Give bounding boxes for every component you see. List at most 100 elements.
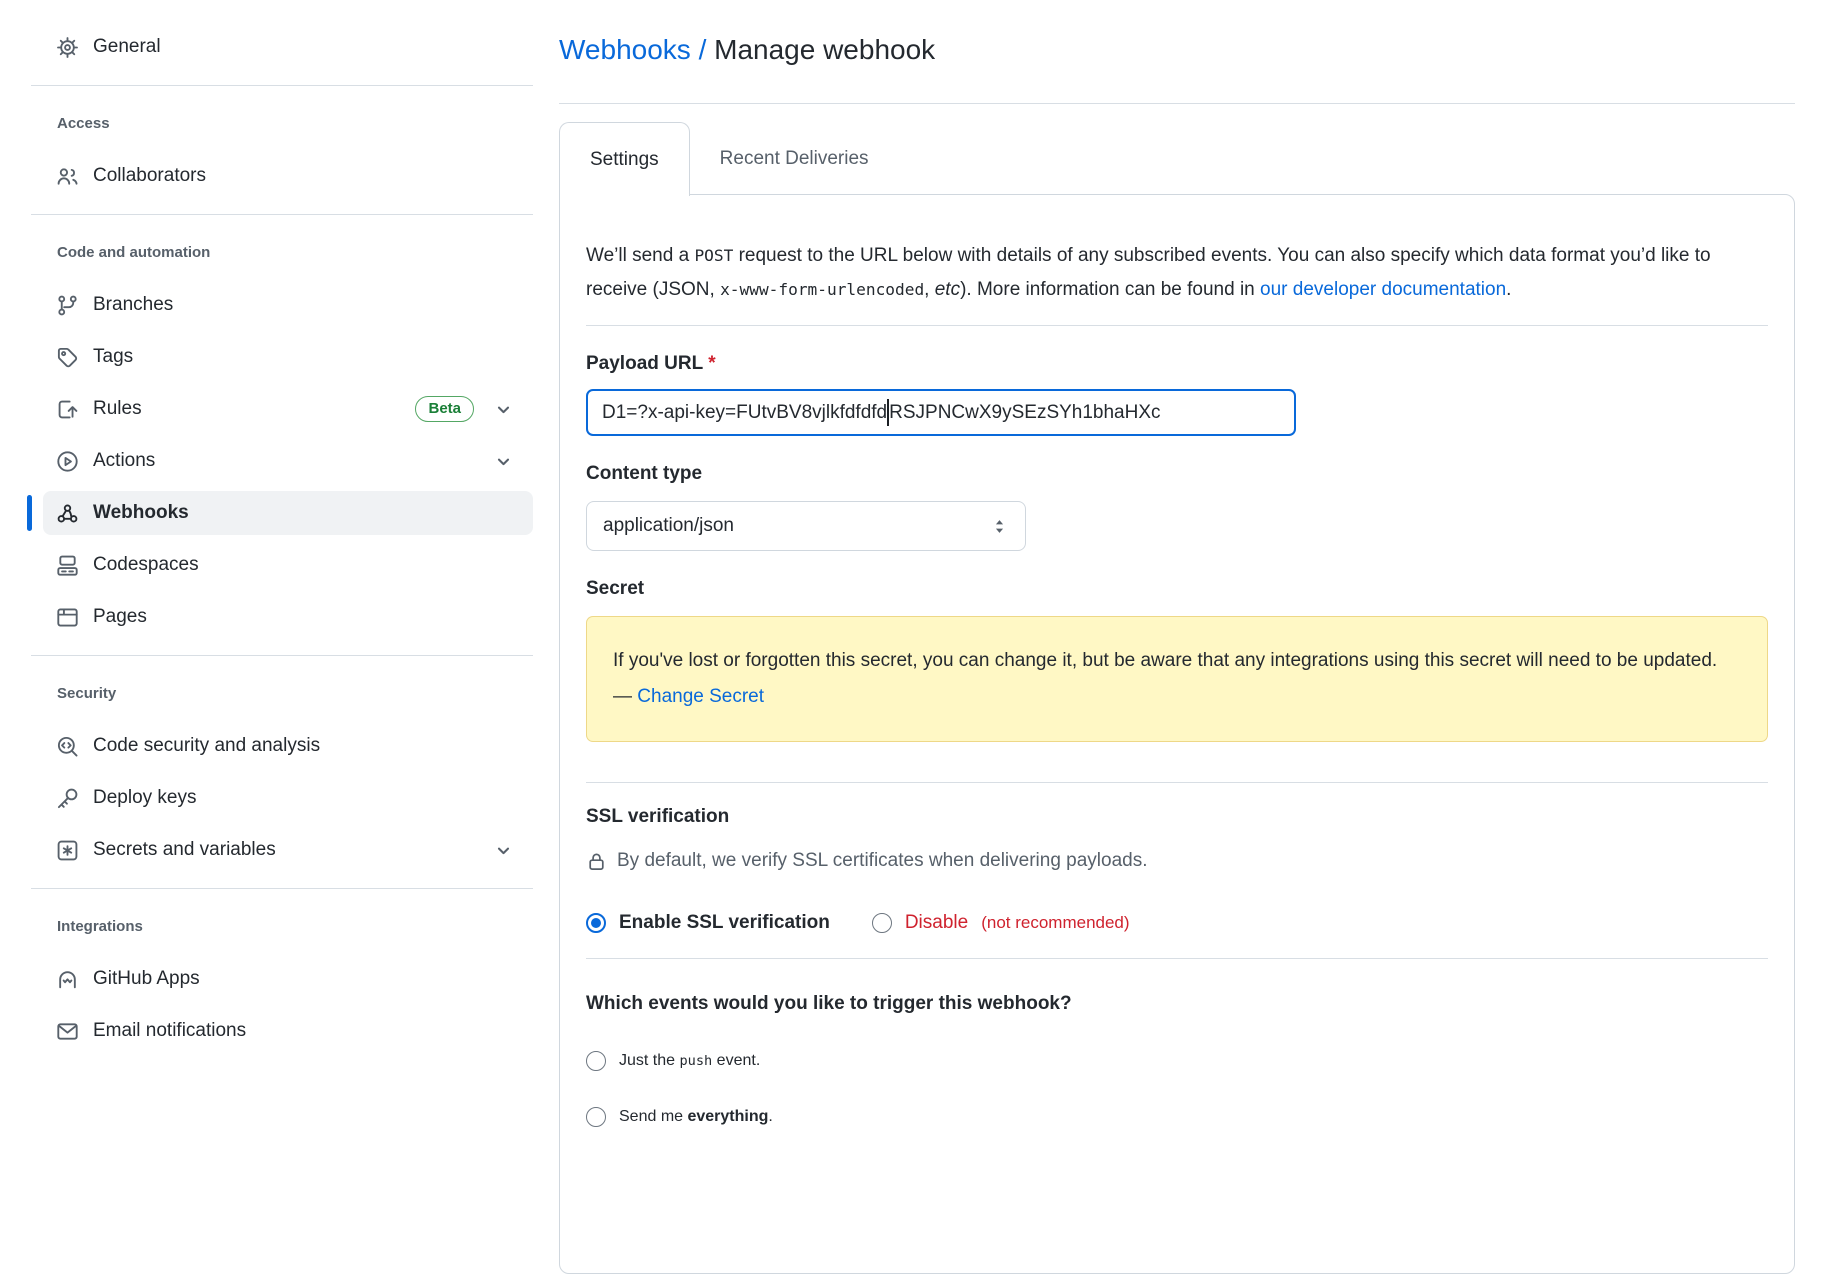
main-content: Webhooks / Manage webhook Settings Recen… [559,0,1795,1274]
sidebar-item-label: Codespaces [93,554,199,576]
sidebar-divider [31,85,533,86]
content-type-select[interactable]: application/json [586,501,1026,551]
rules-icon [55,398,79,421]
sidebar-divider [31,214,533,215]
urlencoded-code: x-www-form-urlencoded [720,280,924,299]
sidebar-item-label: GitHub Apps [93,968,200,990]
content-type-value: application/json [603,515,734,537]
sidebar-item-actions[interactable]: Actions [43,439,533,483]
radio-enable-ssl[interactable] [586,913,606,933]
intro-paragraph: We’ll send a POST request to the URL bel… [586,239,1766,307]
sidebar-item-label: Webhooks [93,502,189,524]
secret-warning-box: If you've lost or forgotten this secret,… [586,616,1768,742]
lock-icon [586,851,607,872]
send-everything-option[interactable]: Send me everything. [586,1107,1768,1127]
send-everything-label: Send me everything. [619,1108,773,1126]
sidebar-divider [31,655,533,656]
secret-label: Secret [586,577,1768,600]
tabnav: Settings Recent Deliveries [559,122,1795,195]
tab-settings[interactable]: Settings [559,122,690,196]
change-secret-link[interactable]: Change Secret [637,686,764,707]
payload-url-input[interactable]: D1=?x-api-key=FUtvBV8vjlkfdfdfdRSJPNCwX9… [586,389,1296,436]
sidebar-item-label: Secrets and variables [93,839,276,861]
post-code: POST [694,246,733,265]
page-title-text: Manage webhook [714,34,935,65]
settings-sidebar: General Access Collaborators Code and au… [27,25,533,1061]
sidebar-item-webhooks[interactable]: Webhooks [43,491,533,535]
chevron-down-icon[interactable] [494,841,513,860]
divider [586,782,1768,783]
sidebar-item-email-notifications[interactable]: Email notifications [43,1009,533,1053]
ssl-radio-group: Enable SSL verification Disable (not rec… [586,912,1768,934]
sidebar-item-label: Pages [93,606,147,628]
enable-ssl-option[interactable]: Enable SSL verification [586,912,830,934]
payload-url-value-after-cursor: RSJPNCwX9ySEzSYh1bhaHXc [889,402,1160,424]
sidebar-item-label: General [93,36,161,58]
sidebar-item-label: Rules [93,398,142,420]
gear-icon [55,36,79,59]
sidebar-item-label: Actions [93,450,155,472]
content-type-label: Content type [586,462,1768,485]
github-apps-icon [55,968,79,991]
chevron-down-icon[interactable] [494,452,513,471]
beta-badge: Beta [415,396,474,422]
tag-icon [55,346,79,369]
secrets-icon [55,839,79,862]
play-icon [55,450,79,473]
sidebar-divider [31,888,533,889]
sidebar-section-title: Security [27,684,533,704]
code-scan-icon [55,735,79,758]
chevron-down-icon[interactable] [494,400,513,419]
sidebar-item-code-security[interactable]: Code security and analysis [43,724,533,768]
events-heading: Which events would you like to trigger t… [586,993,1768,1015]
disable-ssl-label: Disable [905,912,968,934]
disable-ssl-note: (not recommended) [981,913,1129,933]
divider [586,958,1768,959]
sidebar-section-title: Integrations [27,917,533,937]
webhook-settings-panel: We’ll send a POST request to the URL bel… [559,194,1795,1274]
browser-icon [55,606,79,629]
select-updown-icon [990,517,1009,536]
push-code: push [679,1053,712,1069]
sidebar-section-title: Code and automation [27,243,533,263]
ssl-verification-heading: SSL verification [586,805,1768,828]
people-icon [55,165,79,188]
radio-send-everything[interactable] [586,1107,606,1127]
enable-ssl-label: Enable SSL verification [619,912,830,934]
just-push-option[interactable]: Just the push event. [586,1051,1768,1071]
webhook-icon [55,502,79,525]
sidebar-item-collaborators[interactable]: Collaborators [43,154,533,198]
sidebar-item-label: Collaborators [93,165,206,187]
radio-just-push[interactable] [586,1051,606,1071]
sidebar-item-secrets-variables[interactable]: Secrets and variables [43,828,533,872]
payload-url-value-before-cursor: D1=?x-api-key=FUtvBV8vjlkfdfdfd [602,402,887,424]
mail-icon [55,1020,79,1043]
etc-italic: etc [935,279,960,300]
sidebar-item-label: Deploy keys [93,787,197,809]
sidebar-item-label: Tags [93,346,133,368]
sidebar-item-branches[interactable]: Branches [43,283,533,327]
developer-docs-link[interactable]: our developer documentation [1260,279,1506,300]
key-icon [55,787,79,810]
ssl-note-text: By default, we verify SSL certificates w… [617,850,1148,872]
radio-disable-ssl[interactable] [872,913,892,933]
disable-ssl-option[interactable]: Disable (not recommended) [872,912,1130,934]
sidebar-item-deploy-keys[interactable]: Deploy keys [43,776,533,820]
just-push-label: Just the push event. [619,1052,760,1070]
sidebar-item-codespaces[interactable]: Codespaces [43,543,533,587]
tab-recent-deliveries[interactable]: Recent Deliveries [690,122,899,195]
ssl-note-row: By default, we verify SSL certificates w… [586,850,1768,872]
sidebar-item-label: Branches [93,294,173,316]
pagehead-divider [559,103,1795,104]
codespaces-icon [55,554,79,577]
sidebar-item-tags[interactable]: Tags [43,335,533,379]
payload-url-label: Payload URL* [586,352,1768,375]
sidebar-item-github-apps[interactable]: GitHub Apps [43,957,533,1001]
sidebar-item-pages[interactable]: Pages [43,595,533,639]
divider [586,325,1768,326]
webhooks-breadcrumb-link[interactable]: Webhooks / [559,34,706,65]
sidebar-section-title: Access [27,114,533,134]
sidebar-item-general[interactable]: General [43,25,533,69]
sidebar-item-label: Email notifications [93,1020,246,1042]
sidebar-item-rules[interactable]: Rules Beta [43,387,533,431]
